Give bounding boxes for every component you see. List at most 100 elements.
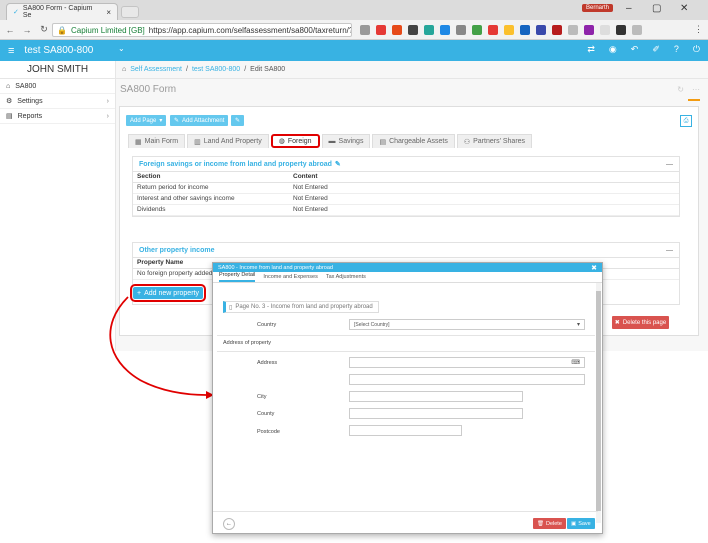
back-button[interactable]: ← xyxy=(223,518,235,530)
app-header: ≡ test SA800-800 ⌄ ⇄ ◉ ↶ ✐ ? ⏻ xyxy=(0,40,708,61)
section-title: Other property income xyxy=(139,246,215,254)
profile-badge[interactable]: Bernarth xyxy=(582,4,614,12)
document-icon: ▯ xyxy=(229,304,233,311)
close-window-icon[interactable]: ✕ xyxy=(680,3,688,14)
extension-icon[interactable] xyxy=(488,25,498,35)
help-icon[interactable]: ? xyxy=(674,44,679,55)
extension-icon[interactable] xyxy=(392,25,402,35)
trash-icon: 🗑 xyxy=(537,520,544,527)
breadcrumb-self-assessment[interactable]: Self Assessment xyxy=(130,66,182,73)
keyboard-icon: ⌨ xyxy=(571,360,580,366)
extension-icon[interactable] xyxy=(520,25,530,35)
new-tab-button[interactable] xyxy=(121,6,139,18)
extension-icon[interactable] xyxy=(504,25,514,35)
browser-menu-icon[interactable]: ⋮ xyxy=(694,24,703,35)
forward-icon[interactable]: → xyxy=(20,25,34,35)
lifebuoy-icon[interactable]: ◉ xyxy=(609,44,617,55)
back-icon[interactable]: ← xyxy=(3,25,17,35)
reload-icon[interactable]: ↻ xyxy=(37,24,51,35)
chevron-down-icon[interactable]: ⌄ xyxy=(118,44,125,53)
collapse-icon[interactable]: — xyxy=(666,161,673,168)
edit-button[interactable]: ✎ xyxy=(231,115,245,126)
table-row[interactable]: Interest and other savings income Not En… xyxy=(133,193,679,205)
foreign-savings-section: Foreign savings or income from land and … xyxy=(132,156,680,217)
extension-icon[interactable] xyxy=(536,25,546,35)
home-icon: ⌂ xyxy=(6,82,11,90)
address-toolbar: ← → ↻ 🔒 Capium Limited [GB] https://app.… xyxy=(0,20,708,40)
extension-icon[interactable] xyxy=(456,25,466,35)
tab-savings[interactable]: ▬ Savings xyxy=(321,134,371,148)
delete-button[interactable]: 🗑 Delete xyxy=(533,518,566,529)
extension-icon[interactable] xyxy=(568,25,578,35)
close-icon: ✖ xyxy=(614,320,620,326)
close-icon[interactable]: ✖ xyxy=(591,264,597,272)
tab-land-and-property[interactable]: ▥ Land And Property xyxy=(187,134,269,148)
maximize-icon[interactable]: ▢ xyxy=(652,3,661,14)
extension-icon[interactable] xyxy=(552,25,562,35)
city-input[interactable] xyxy=(349,391,523,402)
tab-tax-adjustments[interactable]: Tax Adjustments xyxy=(326,274,366,282)
table-row[interactable]: Return period for income Not Entered xyxy=(133,182,679,194)
county-input[interactable] xyxy=(349,408,523,419)
url-bar[interactable]: 🔒 Capium Limited [GB] https://app.capium… xyxy=(52,23,352,37)
browser-tab[interactable]: ✓ SA800 Form - Capium Se × xyxy=(6,3,118,20)
scrollbar-thumb[interactable] xyxy=(596,291,601,511)
extension-icon[interactable] xyxy=(376,25,386,35)
extension-icon[interactable] xyxy=(616,25,626,35)
page-label: Page No. 3 - Income from land and proper… xyxy=(235,304,373,310)
section-header: Other property income — xyxy=(133,243,679,258)
save-button[interactable]: ▣ Save xyxy=(567,518,595,529)
tab-foreign[interactable]: ◍ Foreign xyxy=(270,134,320,148)
browser-tab-title: SA800 Form - Capium Se xyxy=(22,5,93,19)
modal-scrollbar[interactable] xyxy=(596,283,601,523)
sidebar-item-sa800[interactable]: ⌂ SA800 xyxy=(0,79,115,94)
tab-property-detail[interactable]: Property Detail xyxy=(219,272,256,282)
extension-icon[interactable] xyxy=(472,25,482,35)
tab-chargeable-assets[interactable]: ▤ Chargeable Assets xyxy=(372,134,455,148)
table-row[interactable]: Dividends Not Entered xyxy=(133,204,679,216)
pdf-icon[interactable]: ⎙ xyxy=(680,115,692,127)
add-page-button[interactable]: Add Page ▾ xyxy=(126,115,167,126)
file-icon: ▤ xyxy=(6,113,13,120)
extension-icon[interactable] xyxy=(584,25,594,35)
minimize-icon[interactable]: – xyxy=(626,3,632,14)
extension-icon[interactable] xyxy=(424,25,434,35)
reply-icon[interactable]: ↶ xyxy=(631,44,639,55)
country-select[interactable]: [Select Country] ▾ xyxy=(349,319,585,330)
sidebar-item-reports[interactable]: ▤ Reports › xyxy=(0,109,115,124)
power-icon[interactable]: ⏻ xyxy=(693,44,700,55)
breadcrumb-client[interactable]: test SA800-800 xyxy=(192,66,240,73)
delete-page-button[interactable]: ✖ Delete this page xyxy=(612,316,669,329)
country-value: [Select Country] xyxy=(354,321,390,328)
collapse-icon[interactable]: — xyxy=(666,247,673,254)
close-tab-icon[interactable]: × xyxy=(106,8,111,17)
more-icon[interactable]: ⋯ xyxy=(692,85,700,94)
add-attachment-button[interactable]: ✎ Add Attachment xyxy=(170,115,229,126)
refresh-icon[interactable]: ↻ xyxy=(677,85,684,94)
tab-income-and-expenses[interactable]: Income and Expenses xyxy=(263,274,317,282)
postcode-input[interactable] xyxy=(349,425,462,436)
tab-strip: ✓ SA800 Form - Capium Se × Bernarth – ▢ … xyxy=(0,0,708,20)
extension-icon[interactable] xyxy=(632,25,642,35)
delete-page-label: Delete this page xyxy=(622,319,667,326)
table-header: Section Content xyxy=(133,172,679,183)
sidebar-item-label: SA800 xyxy=(15,82,37,90)
chevron-right-icon: › xyxy=(106,112,109,120)
hamburger-icon[interactable]: ≡ xyxy=(8,45,14,57)
table-cell: Not Entered xyxy=(289,182,679,194)
sidebar-item-settings[interactable]: ⚙ Settings › xyxy=(0,94,115,109)
edit-icon[interactable]: ✎ xyxy=(335,160,341,168)
swap-icon[interactable]: ⇄ xyxy=(587,44,595,55)
divider xyxy=(217,335,595,336)
extension-icon[interactable] xyxy=(600,25,610,35)
gear-icon: ⚙ xyxy=(6,98,13,105)
address-line1-input[interactable]: ⌨ xyxy=(349,357,585,368)
extension-icon[interactable] xyxy=(408,25,418,35)
address-line2-input[interactable] xyxy=(349,374,585,385)
extension-icon[interactable] xyxy=(360,25,370,35)
pin-icon[interactable]: ✐ xyxy=(652,44,660,55)
extension-icon[interactable] xyxy=(440,25,450,35)
tab-main-form[interactable]: ▦ Main Form xyxy=(128,134,186,148)
tab-partners-shares[interactable]: ⚇ Partners' Shares xyxy=(456,134,533,148)
page-label-box: ▯ Page No. 3 - Income from land and prop… xyxy=(223,301,379,313)
